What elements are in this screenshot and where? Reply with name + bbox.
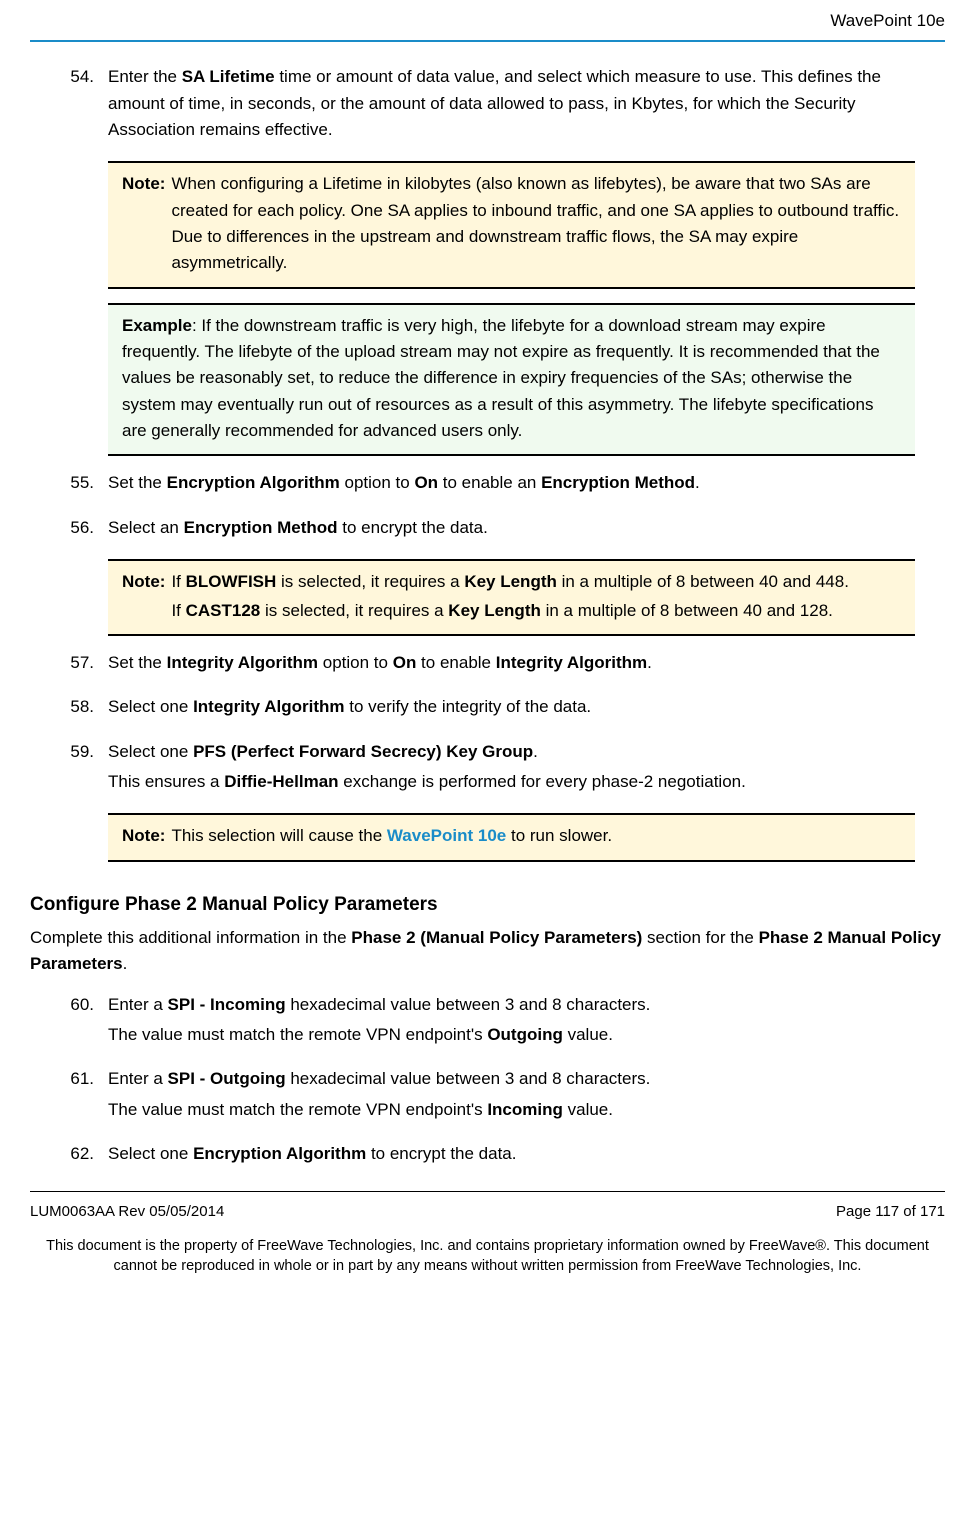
callout-text: When configuring a Lifetime in kilobytes…	[171, 171, 901, 278]
list-number: 57.	[60, 650, 108, 680]
footer-page: Page 117 of 171	[836, 1200, 945, 1223]
list-paragraph: The value must match the remote VPN endp…	[108, 1097, 915, 1123]
list-body: Enter the SA Lifetime time or amount of …	[108, 64, 915, 147]
list-paragraph: Set the Encryption Algorithm option to O…	[108, 470, 915, 496]
list-paragraph: Set the Integrity Algorithm option to On…	[108, 650, 915, 676]
list-item: 61.Enter a SPI - Outgoing hexadecimal va…	[60, 1066, 915, 1127]
callout-label: Note:	[122, 823, 171, 851]
list-item: 57.Set the Integrity Algorithm option to…	[60, 650, 915, 680]
list-item: 62.Select one Encryption Algorithm to en…	[60, 1141, 915, 1171]
list-paragraph: Select one Encryption Algorithm to encry…	[108, 1141, 915, 1167]
note-callout: Note:This selection will cause the WaveP…	[108, 813, 915, 861]
example-callout: Example: If the downstream traffic is ve…	[108, 303, 915, 457]
list-item: 55.Set the Encryption Algorithm option t…	[60, 470, 915, 500]
list-body: Enter a SPI - Outgoing hexadecimal value…	[108, 1066, 915, 1127]
list-number: 55.	[60, 470, 108, 500]
list-number: 62.	[60, 1141, 108, 1171]
list-number: 58.	[60, 694, 108, 724]
list-body: Select one Integrity Algorithm to verify…	[108, 694, 915, 724]
note-callout: Note:When configuring a Lifetime in kilo…	[108, 161, 915, 288]
list-body: Set the Integrity Algorithm option to On…	[108, 650, 915, 680]
page-footer: LUM0063AA Rev 05/05/2014 Page 117 of 171…	[30, 1191, 945, 1296]
list-number: 54.	[60, 64, 108, 147]
footer-rev: LUM0063AA Rev 05/05/2014	[30, 1200, 224, 1223]
list-item: 59.Select one PFS (Perfect Forward Secre…	[60, 739, 915, 800]
list-paragraph: Enter a SPI - Outgoing hexadecimal value…	[108, 1066, 915, 1092]
list-paragraph: Enter the SA Lifetime time or amount of …	[108, 64, 915, 143]
list-number: 61.	[60, 1066, 108, 1127]
callout-label: Note:	[122, 171, 171, 278]
callout-text: If BLOWFISH is selected, it requires a K…	[171, 569, 901, 626]
footer-notice: This document is the property of FreeWav…	[30, 1236, 945, 1297]
list-item: 60.Enter a SPI - Incoming hexadecimal va…	[60, 992, 915, 1053]
note-callout: Note:If BLOWFISH is selected, it require…	[108, 559, 915, 636]
section-heading: Configure Phase 2 Manual Policy Paramete…	[30, 890, 945, 919]
list-paragraph: Enter a SPI - Incoming hexadecimal value…	[108, 992, 915, 1018]
header-rule	[30, 40, 945, 42]
list-body: Select one PFS (Perfect Forward Secrecy)…	[108, 739, 915, 800]
page-header-title: WavePoint 10e	[30, 0, 945, 40]
list-paragraph: This ensures a Diffie-Hellman exchange i…	[108, 769, 915, 795]
callout-label: Example	[122, 316, 192, 335]
list-item: 56.Select an Encryption Method to encryp…	[60, 515, 915, 545]
list-number: 56.	[60, 515, 108, 545]
callout-label: Note:	[122, 569, 171, 626]
callout-text: Example: If the downstream traffic is ve…	[122, 313, 901, 445]
list-number: 60.	[60, 992, 108, 1053]
section-intro: Complete this additional information in …	[30, 925, 945, 978]
list-body: Select one Encryption Algorithm to encry…	[108, 1141, 915, 1171]
list-body: Set the Encryption Algorithm option to O…	[108, 470, 915, 500]
callout-text: This selection will cause the WavePoint …	[171, 823, 901, 851]
list-paragraph: Select an Encryption Method to encrypt t…	[108, 515, 915, 541]
list-body: Select an Encryption Method to encrypt t…	[108, 515, 915, 545]
list-paragraph: Select one PFS (Perfect Forward Secrecy)…	[108, 739, 915, 765]
list-item: 54.Enter the SA Lifetime time or amount …	[60, 64, 915, 147]
list-paragraph: The value must match the remote VPN endp…	[108, 1022, 915, 1048]
section-2: Configure Phase 2 Manual Policy Paramete…	[30, 890, 945, 1172]
main-content: 54.Enter the SA Lifetime time or amount …	[30, 64, 945, 861]
list-number: 59.	[60, 739, 108, 800]
list-item: 58.Select one Integrity Algorithm to ver…	[60, 694, 915, 724]
list-paragraph: Select one Integrity Algorithm to verify…	[108, 694, 915, 720]
list-body: Enter a SPI - Incoming hexadecimal value…	[108, 992, 915, 1053]
